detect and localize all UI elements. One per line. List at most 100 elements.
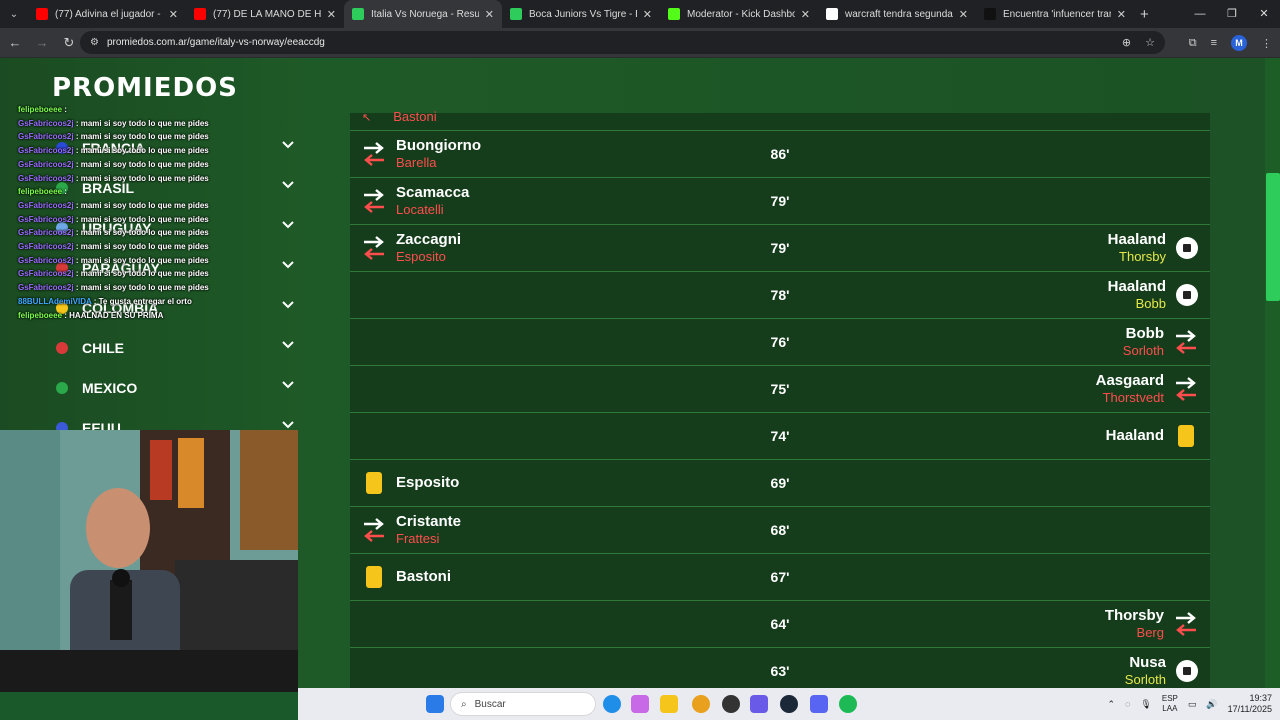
scrollbar-thumb[interactable] (1266, 173, 1280, 301)
chevron-down-icon[interactable] (282, 378, 294, 390)
player-out-name: Locatelli (396, 202, 444, 217)
restore-icon[interactable]: ❐ (1216, 0, 1248, 28)
tab-close-icon[interactable]: ✕ (485, 8, 494, 21)
chevron-down-icon[interactable] (282, 218, 294, 230)
yellow-card-icon (366, 472, 382, 494)
close-window-icon[interactable]: ✕ (1248, 0, 1280, 28)
tab-close-icon[interactable]: ✕ (643, 8, 652, 21)
tab-close-icon[interactable]: ✕ (327, 8, 336, 21)
scrollbar-track[interactable] (1265, 58, 1280, 688)
copilot-icon[interactable] (631, 695, 649, 713)
site-info-icon[interactable]: ⚙ (90, 37, 99, 48)
chat-message: GsFabricoos2j : mami si soy todo lo que … (18, 144, 238, 158)
browser-tab[interactable]: Italia Vs Noruega - Resultado en ✕ (344, 0, 502, 28)
chat-message: GsFabricoos2j : mami si soy todo lo que … (18, 267, 238, 281)
chat-text: : mami si soy todo lo que me pides (75, 173, 209, 183)
taskbar-search[interactable]: ⌕ Buscar (450, 692, 596, 716)
chevron-down-icon[interactable] (282, 138, 294, 150)
event-right: Thorsby Berg (1105, 606, 1198, 642)
sidebar-item-label: CHILE (82, 340, 124, 356)
network-icon[interactable]: ◌ (1125, 699, 1130, 709)
bookmark-star-icon[interactable]: ☆ (1145, 36, 1155, 49)
address-bar[interactable]: ⚙ promiedos.com.ar/game/italy-vs-norway/… (80, 31, 1165, 54)
browser-tab[interactable]: Moderator - Kick Dashboard ✕ (660, 0, 818, 28)
event-minute: 75' (770, 381, 790, 397)
chat-username: 88BULLAdemiVIDA (18, 296, 92, 306)
chat-message: GsFabricoos2j : mami si soy todo lo que … (18, 254, 238, 268)
chrome-icon[interactable] (692, 695, 710, 713)
tab-close-icon[interactable]: ✕ (1117, 8, 1126, 21)
chat-text: : Te gusta entregar el orto (93, 296, 192, 306)
tab-close-icon[interactable]: ✕ (959, 8, 968, 21)
tray-chevron-icon[interactable]: ⌃ (1108, 699, 1116, 710)
discord-icon[interactable] (810, 695, 828, 713)
teams-icon[interactable] (750, 695, 768, 713)
browser-tab[interactable]: warcraft tendra segunda parte ✕ (818, 0, 976, 28)
zoom-icon[interactable]: ⊕ (1122, 36, 1131, 49)
browser-tab[interactable]: (77) Adivina el jugador - YouTube ✕ (28, 0, 186, 28)
player-name: Aasgaard (1095, 372, 1164, 389)
system-clock[interactable]: 19:37 17/11/2025 (1228, 693, 1272, 715)
input-language[interactable]: ESP LAA (1162, 694, 1178, 714)
url-text[interactable]: promiedos.com.ar/game/italy-vs-norway/ee… (107, 37, 325, 48)
file-explorer-icon[interactable] (660, 695, 678, 713)
browser-tab[interactable]: (77) DE LA MANO DE HAALAND ✕ (186, 0, 344, 28)
chevron-down-icon[interactable] (282, 338, 294, 350)
obs-icon[interactable] (722, 695, 740, 713)
chat-username: GsFabricoos2j (18, 228, 74, 238)
event-right: Bobb Sorloth (1123, 324, 1198, 360)
search-icon: ⌕ (461, 698, 467, 710)
new-tab-button[interactable]: + (1140, 6, 1160, 23)
chevron-down-icon[interactable] (282, 298, 294, 310)
back-icon[interactable]: ← (3, 35, 27, 50)
tab-close-icon[interactable]: ✕ (801, 8, 810, 21)
chat-username: GsFabricoos2j (18, 214, 74, 224)
chat-message: 88BULLAdemiVIDA : Te gusta entregar el o… (18, 295, 238, 309)
tab-close-icon[interactable]: ✕ (169, 8, 178, 21)
chat-message: GsFabricoos2j : mami si soy todo lo que … (18, 281, 238, 295)
reload-icon[interactable]: ↻ (57, 35, 81, 51)
event-left: Bastoni (362, 559, 451, 595)
event-minute: 76' (770, 334, 790, 350)
extensions-icon[interactable]: ⧉ (1189, 37, 1197, 50)
minimize-icon[interactable]: — (1184, 0, 1216, 28)
event-left: Esposito (362, 465, 459, 501)
wifi-icon[interactable]: ▭ (1188, 699, 1197, 710)
sidebar-item-mexico[interactable]: MEXICO (52, 368, 302, 408)
chat-text: : mami si soy todo lo que me pides (75, 242, 209, 252)
tab-favicon-icon (36, 8, 48, 20)
chevron-down-icon[interactable] (282, 178, 294, 190)
profile-avatar[interactable]: M (1231, 35, 1247, 51)
event-row: 76' Bobb Sorloth (350, 319, 1210, 366)
sidebar-item-chile[interactable]: CHILE (52, 328, 302, 368)
promiedos-logo[interactable]: PROMIEDOS (52, 72, 238, 102)
event-left: Zaccagni Esposito (362, 230, 461, 266)
chat-message: felipeboeee : (18, 103, 238, 117)
volume-icon[interactable]: 🔊 (1206, 699, 1217, 710)
browser-tab[interactable]: Boca Juniors Vs Tigre - Resultado ✕ (502, 0, 660, 28)
player-in-name: Buongiorno (396, 137, 481, 154)
edge-icon[interactable] (603, 695, 621, 713)
media-icon[interactable]: ≡ (1211, 37, 1217, 49)
webcam-image (0, 430, 298, 692)
chevron-down-icon[interactable] (282, 418, 294, 430)
event-right-names: Haaland (1106, 427, 1164, 445)
chat-text: : (64, 105, 67, 114)
tab-favicon-icon (984, 8, 996, 20)
windows-start-icon[interactable] (426, 695, 444, 713)
event-right-names: Haaland Thorsby (1108, 231, 1166, 265)
chevron-down-icon[interactable] (282, 258, 294, 270)
mic-icon[interactable]: 🎙 (1140, 699, 1151, 710)
forward-icon[interactable]: → (30, 35, 54, 50)
spotify-icon[interactable] (839, 695, 857, 713)
player-name: Haaland (1107, 231, 1166, 248)
chat-message: GsFabricoos2j : mami si soy todo lo que … (18, 213, 238, 227)
chat-message: GsFabricoos2j : mami si soy todo lo que … (18, 172, 238, 186)
substitution-icon (1176, 612, 1196, 636)
tab-search-icon[interactable]: ⌄ (0, 0, 28, 28)
substitution-icon (1176, 377, 1196, 401)
more-menu-icon[interactable]: ⋮ (1261, 37, 1272, 50)
steam-icon[interactable] (780, 695, 798, 713)
browser-tab[interactable]: Encuentra 'infuencer trans argentina' ✕ (976, 0, 1134, 28)
event-left-names: Buongiorno Barella (396, 137, 481, 171)
